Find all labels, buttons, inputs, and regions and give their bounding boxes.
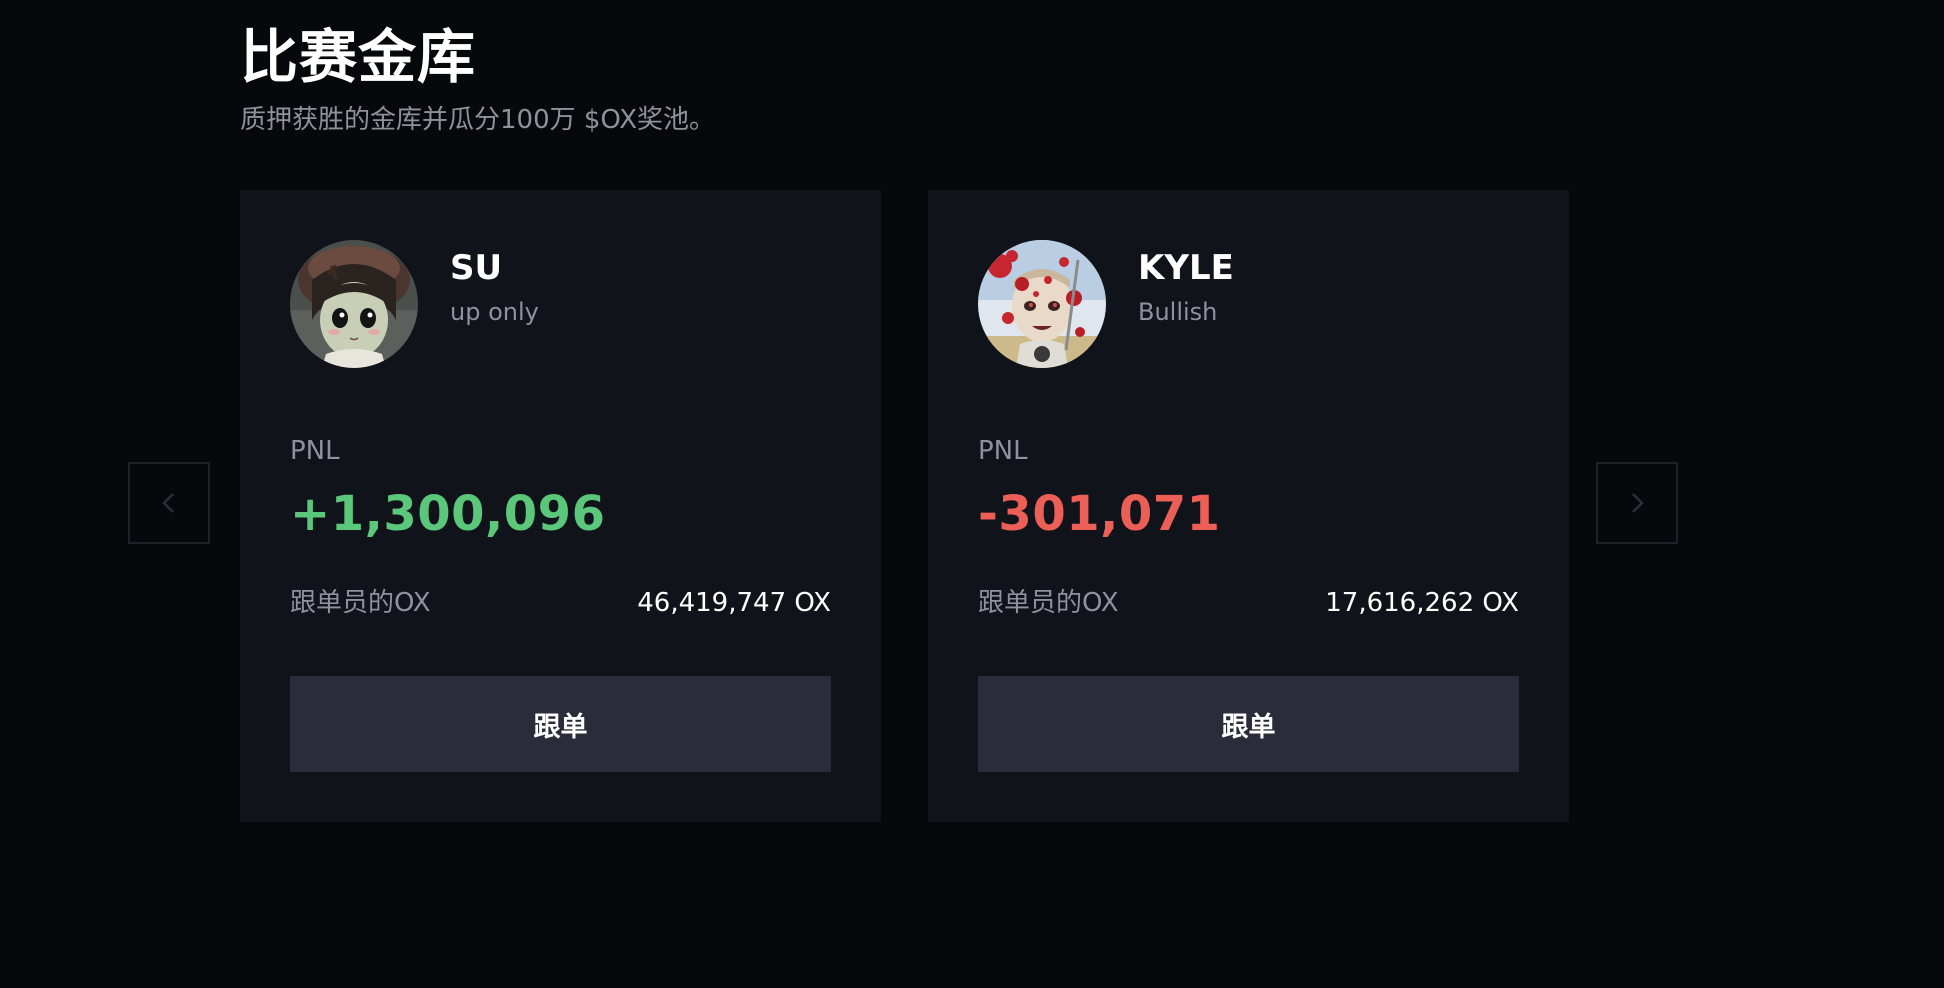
pnl-value: -301,071 xyxy=(978,486,1221,542)
copy-trade-button[interactable]: 跟单 xyxy=(290,676,831,772)
chevron-left-icon xyxy=(162,493,174,513)
copy-trade-button[interactable]: 跟单 xyxy=(978,676,1519,772)
pnl-label: PNL xyxy=(290,436,340,466)
page-title: 比赛金库 xyxy=(240,23,477,91)
pnl-label: PNL xyxy=(978,436,1028,466)
copiers-ox-value: 46,419,747 OX xyxy=(637,588,831,618)
carousel-next-button[interactable] xyxy=(1596,462,1678,544)
carousel-prev-button[interactable] xyxy=(128,462,210,544)
vault-card: KYLE Bullish PNL -301,071 跟单员的OX 17,616,… xyxy=(928,190,1569,822)
trader-name[interactable]: KYLE xyxy=(1138,246,1234,290)
vault-card: SU up only PNL +1,300,096 跟单员的OX 46,419,… xyxy=(240,190,881,822)
splattered-character-avatar xyxy=(978,240,1106,368)
copiers-ox-label: 跟单员的OX xyxy=(290,588,431,618)
avatar[interactable] xyxy=(290,240,418,368)
avatar[interactable] xyxy=(978,240,1106,368)
trader-name[interactable]: SU xyxy=(450,246,502,290)
pnl-value: +1,300,096 xyxy=(290,486,606,542)
copiers-ox-value: 17,616,262 OX xyxy=(1325,588,1519,618)
anime-girl-avatar xyxy=(290,240,418,368)
trader-tagline: Bullish xyxy=(1138,298,1218,326)
copiers-ox-label: 跟单员的OX xyxy=(978,588,1119,618)
trader-tagline: up only xyxy=(450,298,539,326)
vault-competition-page: 比赛金库 质押获胜的金库并瓜分100万 $OX奖池。 SU up only PN… xyxy=(0,0,1944,988)
chevron-right-icon xyxy=(1632,493,1644,513)
page-subtitle: 质押获胜的金库并瓜分100万 $OX奖池。 xyxy=(240,105,716,135)
